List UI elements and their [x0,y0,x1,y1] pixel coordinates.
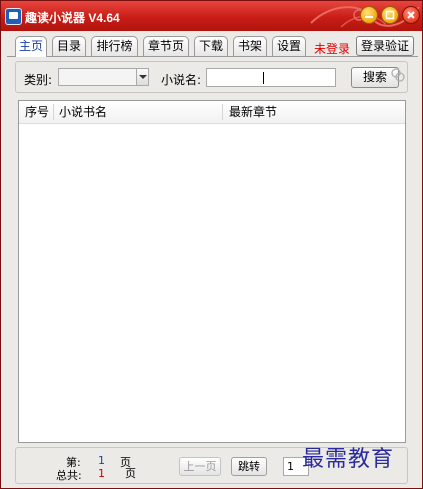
watermark: 最需教育 [302,447,395,472]
app-icon [5,8,22,25]
tab-bookshelf[interactable]: 书架 [233,36,267,56]
column-header-index[interactable]: 序号 [25,101,49,123]
tab-download[interactable]: 下载 [194,36,228,56]
category-label: 类别: [24,73,53,87]
app-window: 趣读小说器 V4.64 主页 目录 排行榜 章节页 下载 书架 设置 未登录 登… [0,0,423,489]
category-dropdown-button[interactable] [136,69,148,85]
prev-page-button[interactable]: 上一页 [179,457,221,476]
login-verify-button[interactable]: 登录验证 [356,36,414,56]
window-title: 趣读小说器 V4.64 [25,11,120,25]
text-caret [263,72,264,84]
chevron-down-icon [139,75,147,79]
login-status: 未登录 [314,42,351,56]
maximize-icon [385,10,395,20]
title-bar[interactable]: 趣读小说器 V4.64 [1,1,422,31]
novel-name-label: 小说名: [161,73,202,87]
minimize-button[interactable] [360,6,378,24]
column-header-title[interactable]: 小说书名 [59,101,107,123]
category-select[interactable] [58,68,149,86]
search-panel: 类别: 小说名: 搜索 [15,61,408,93]
tab-settings[interactable]: 设置 [272,36,306,56]
total-pages-unit: 页 [125,467,136,480]
total-pages-value: 1 [98,467,105,480]
close-icon [407,11,415,19]
novel-name-input[interactable] [206,68,336,87]
tab-chapter-page[interactable]: 章节页 [143,36,189,56]
novel-list[interactable]: 序号 小说书名 最新章节 [18,100,406,443]
tab-home[interactable]: 主页 [15,36,47,57]
decorative-knot-icon [391,68,405,82]
list-header: 序号 小说书名 最新章节 [19,101,405,124]
maximize-button[interactable] [381,6,399,24]
current-page-value: 1 [98,454,105,467]
tab-catalog[interactable]: 目录 [52,36,86,56]
tab-strip: 主页 目录 排行榜 章节页 下载 书架 设置 未登录 登录验证 [1,31,422,59]
tab-ranking[interactable]: 排行榜 [91,36,138,56]
jump-button[interactable]: 跳转 [231,457,267,476]
minimize-icon [365,16,373,18]
total-pages-label: 总共: [56,469,82,482]
close-button[interactable] [402,6,420,24]
column-header-latest-chapter[interactable]: 最新章节 [229,101,277,123]
